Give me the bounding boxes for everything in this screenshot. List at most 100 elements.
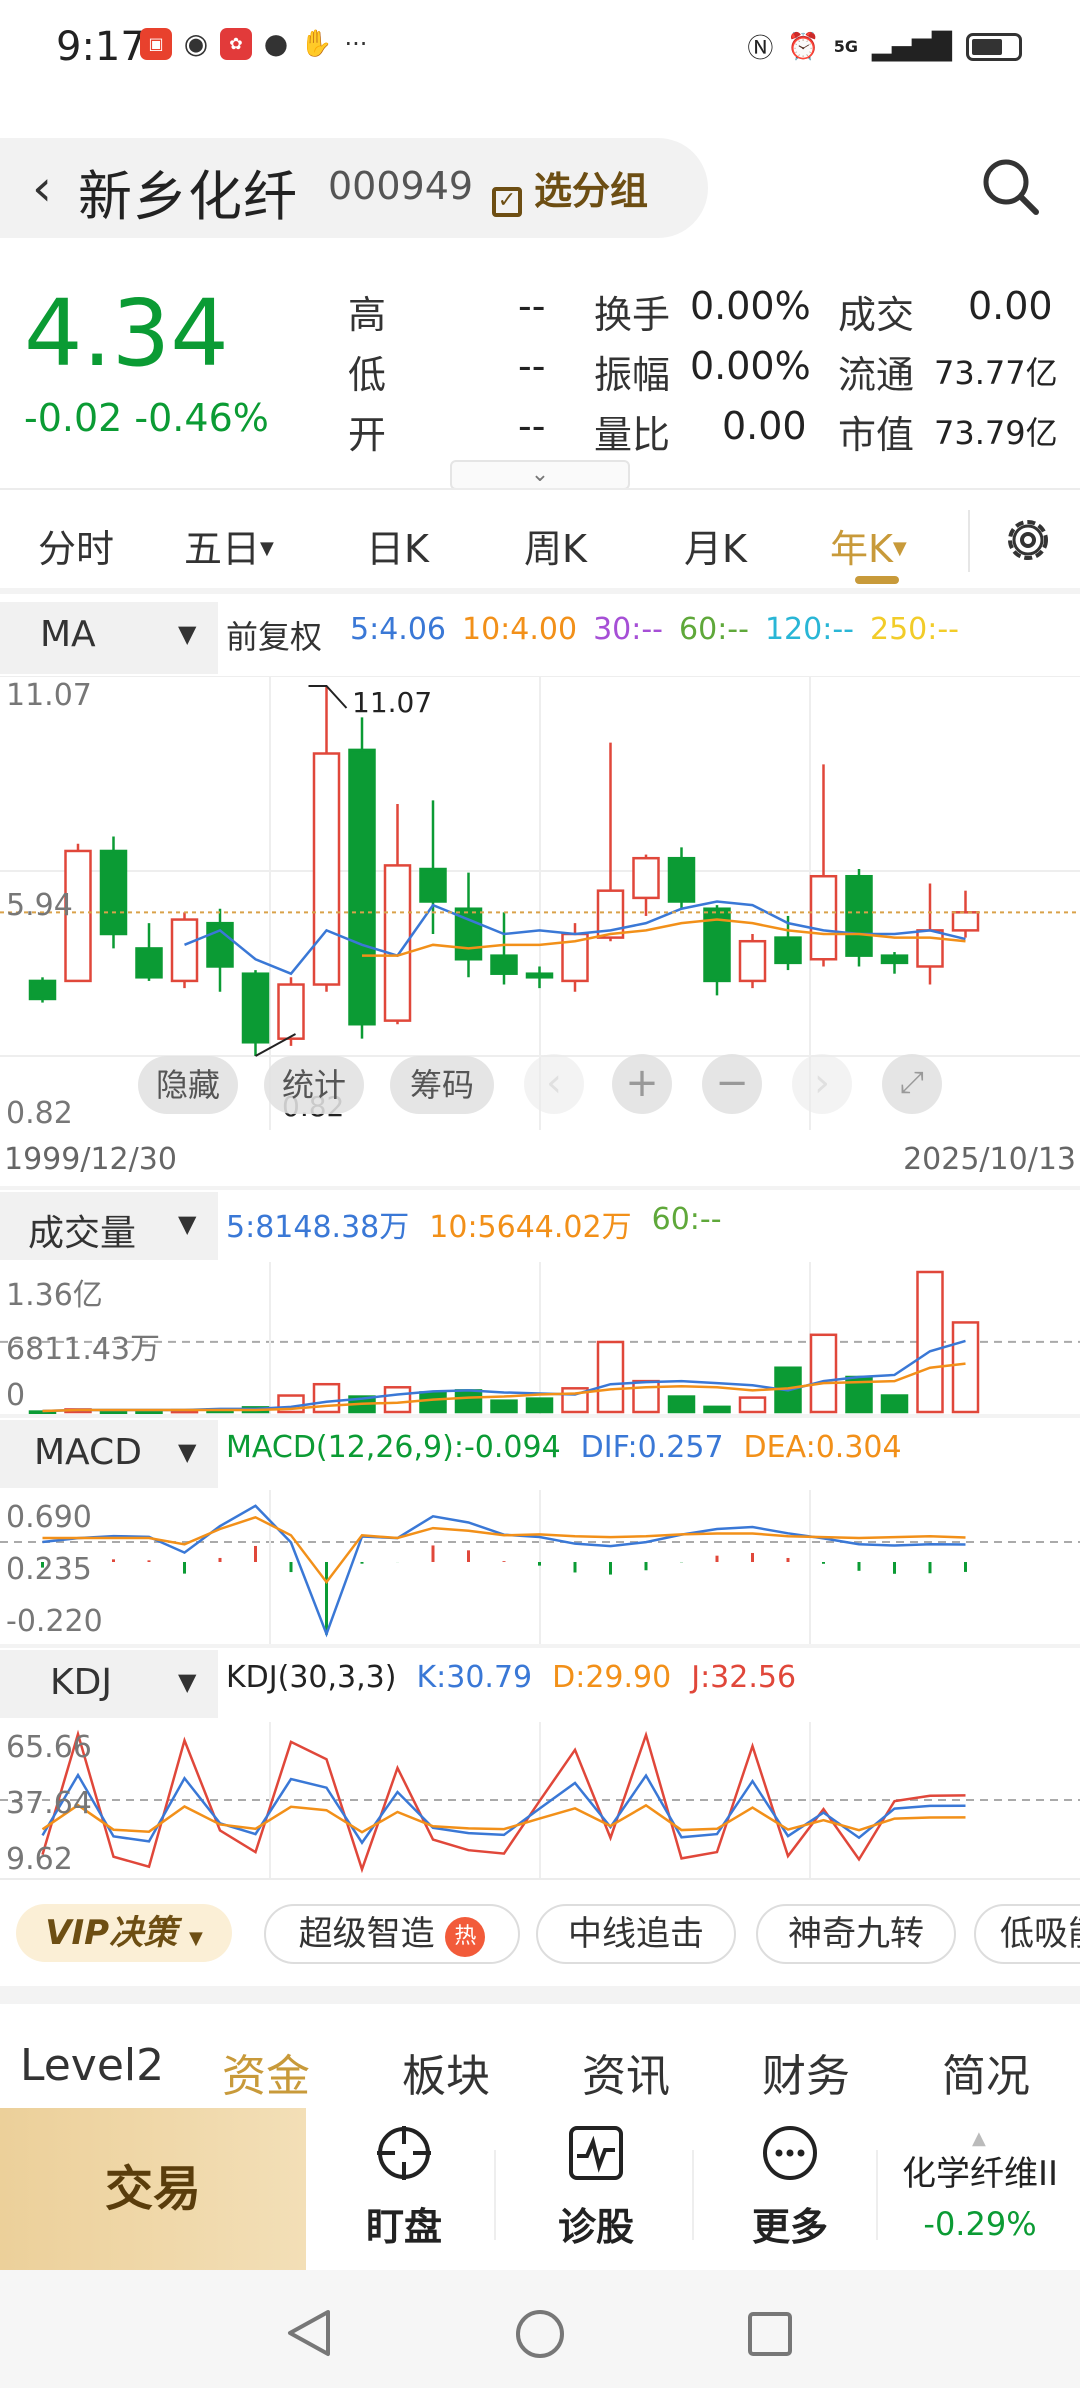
fullscreen-icon[interactable]: ⤢ (882, 1054, 942, 1114)
volume-ma-values: 5:8148.38万 10:5644.02万 60:-- (226, 1202, 722, 1246)
chip-low-buy[interactable]: 低吸能 (974, 1904, 1080, 1964)
volume-chart[interactable] (0, 1262, 1080, 1414)
caret-down-icon: ▼ (892, 538, 907, 559)
chip-magic-nine[interactable]: 神奇九转 (756, 1904, 956, 1964)
tab-month-k[interactable]: 月K (684, 518, 747, 573)
app-icon: ✿ (220, 28, 252, 60)
active-tab-indicator (855, 576, 899, 584)
sector-name: 化学纤维II (901, 2154, 1059, 2194)
y-axis-bottom: 0.82 (6, 1096, 73, 1131)
candle (241, 972, 270, 1044)
volume-bar (880, 1394, 909, 1414)
back-icon[interactable]: ‹ (12, 148, 72, 228)
wechat-icon: ◉ (183, 27, 209, 60)
zoom-in-button[interactable]: + (612, 1054, 672, 1114)
message-icon: ● (263, 27, 289, 60)
nav-back-icon[interactable] (284, 2308, 334, 2358)
watch-label: 盯盘 (365, 2205, 442, 2249)
select-group-button[interactable]: ✓ 选分组 (492, 160, 648, 217)
status-more: ··· (344, 30, 368, 58)
kdj-selector[interactable]: KDJ ▼ (0, 1650, 218, 1718)
kdj-chart[interactable] (0, 1722, 1080, 1878)
indicator-value-2: 30:-- (593, 612, 664, 647)
tab-capital[interactable]: 资金 (222, 2040, 310, 2104)
signal-icon: ▂▄▆█ (872, 31, 952, 62)
divider (494, 2150, 496, 2240)
value-high: -- (518, 284, 546, 328)
candle (419, 867, 447, 903)
kdj-axis-top: 65.66 (6, 1730, 92, 1765)
label-market-cap: 市值 (838, 413, 915, 457)
gear-icon[interactable] (1000, 512, 1056, 568)
chip-midline-chase[interactable]: 中线追击 (536, 1904, 736, 1964)
tab-five-day[interactable]: 五日▼ (184, 518, 274, 573)
indicator-value-1: K:30.79 (416, 1660, 533, 1695)
ma10-line (362, 918, 966, 957)
candle (951, 911, 980, 932)
label-float-cap: 流通 (838, 353, 915, 397)
stock-code: 000949 (328, 164, 474, 208)
expand-quote-button[interactable]: ⌄ (450, 460, 630, 490)
indicator-value-2: DEA:0.304 (743, 1430, 902, 1465)
label-low: 低 (348, 353, 387, 397)
zoom-out-button[interactable]: − (702, 1054, 762, 1114)
divider (0, 1414, 1080, 1418)
candle (667, 856, 696, 903)
volume-bar (490, 1399, 518, 1414)
date-end: 2025/10/13 (903, 1142, 1076, 1177)
pulse-chart-icon (569, 2126, 623, 2180)
scroll-left-icon[interactable]: ‹ (524, 1054, 584, 1114)
tab-week-k[interactable]: 周K (524, 518, 587, 573)
indicator-value-3: 60:-- (679, 612, 749, 647)
volume-selector[interactable]: 成交量 ▼ (0, 1192, 218, 1260)
divider (0, 1878, 1080, 1880)
watch-button[interactable]: 盯盘 (344, 2124, 464, 2251)
label-volume: 成交 (838, 293, 915, 337)
adjust-label: 前复权 (226, 618, 323, 656)
tab-news[interactable]: 资讯 (582, 2040, 670, 2104)
select-group-label: 选分组 (534, 169, 649, 213)
volume-bar (525, 1397, 554, 1414)
volume-axis-top: 1.36亿 (6, 1278, 103, 1313)
stats-button[interactable]: 统计 (264, 1056, 364, 1114)
candle (809, 874, 838, 961)
nav-recents-icon[interactable] (746, 2310, 794, 2358)
trade-button[interactable]: 交易 (0, 2108, 306, 2270)
ma-selector[interactable]: MA ▼ (0, 602, 218, 674)
tab-year-k[interactable]: 年K▼ (830, 518, 907, 573)
nav-home-icon[interactable] (514, 2308, 566, 2360)
divider (692, 2150, 694, 2240)
value-float-cap: 73.77亿 (934, 354, 1058, 392)
candle (774, 936, 802, 965)
tab-sector[interactable]: 板块 (402, 2040, 490, 2104)
chips-button[interactable]: 筹码 (390, 1056, 494, 1114)
tab-level2[interactable]: Level2 (20, 2040, 164, 2091)
tab-day-k[interactable]: 日K (366, 518, 429, 573)
hide-button[interactable]: 隐藏 (138, 1056, 238, 1114)
tab-intraday[interactable]: 分时 (38, 518, 114, 573)
macd-selector[interactable]: MACD ▼ (0, 1420, 218, 1488)
macd-axis-mid: 0.235 (6, 1552, 92, 1587)
sector-widget[interactable]: 化学纤维II -0.29% (880, 2146, 1080, 2243)
strategy-chips: 超级智造 热 中线追击 神奇九转 低吸能 (0, 1904, 1080, 1980)
sector-change: -0.29% (923, 2205, 1037, 2243)
candle (845, 874, 873, 957)
diagnose-button[interactable]: 诊股 (536, 2124, 656, 2251)
alarm-icon: ⏰ (787, 31, 820, 62)
scroll-right-icon[interactable]: › (792, 1054, 852, 1114)
more-button[interactable]: 更多 (730, 2124, 850, 2251)
divider (968, 510, 970, 572)
ma-values: 5:4.06 10:4.00 30:-- 60:-- 120:-- 250:-- (350, 612, 959, 647)
tab-finance[interactable]: 财务 (762, 2040, 850, 2104)
macd-chart[interactable] (0, 1490, 1080, 1644)
y-axis-mid: 5.94 (6, 888, 73, 923)
search-icon[interactable] (980, 156, 1042, 218)
chip-super-manufacturing[interactable]: 超级智造 热 (264, 1904, 520, 1964)
volume-bar (667, 1395, 696, 1414)
tab-profile[interactable]: 简况 (942, 2040, 1030, 2104)
max-price-label: 11.07 (352, 686, 433, 719)
kdj-axis-bottom: 9.62 (6, 1842, 73, 1877)
chip-label: 超级智造 (298, 1914, 435, 1954)
battery-icon (966, 32, 1022, 61)
date-start: 1999/12/30 (4, 1142, 177, 1177)
